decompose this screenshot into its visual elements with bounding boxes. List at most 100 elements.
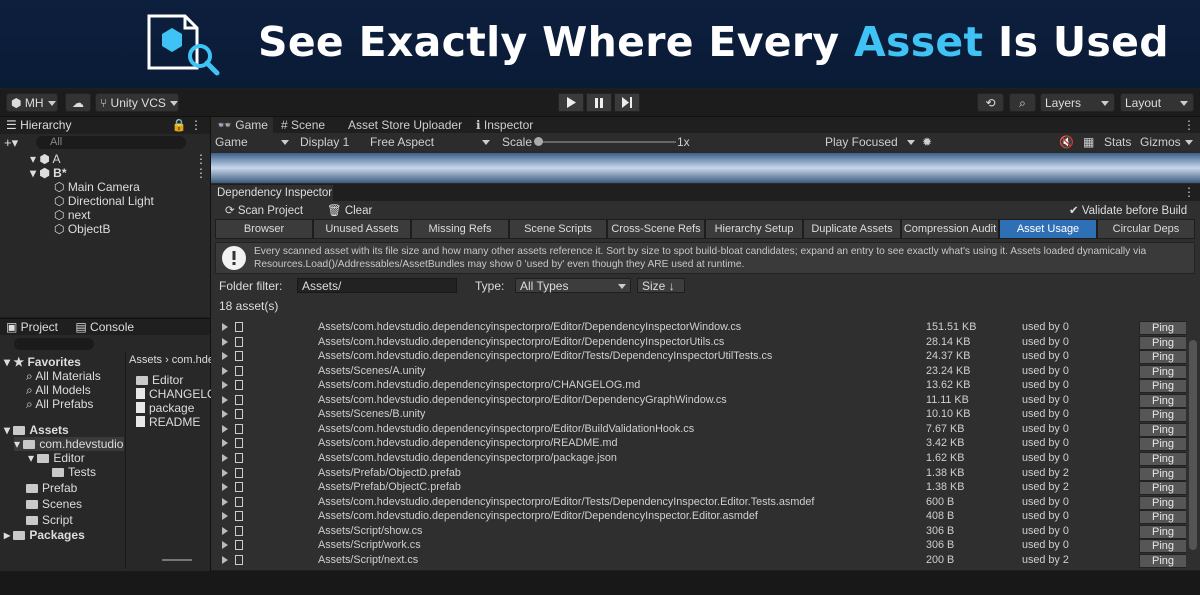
tree-item[interactable]: Script: [26, 513, 73, 527]
ping-button[interactable]: Ping: [1139, 364, 1186, 379]
asset-row[interactable]: Assets/com.hdevstudio.dependencyinspecto…: [211, 509, 1186, 525]
tree-item[interactable]: ▾ Editor: [28, 451, 85, 465]
ping-button[interactable]: Ping: [1139, 321, 1186, 335]
project-search-input[interactable]: [14, 338, 94, 350]
expand-icon[interactable]: [222, 337, 228, 346]
grid-icon[interactable]: ▦: [1083, 133, 1094, 151]
file-item[interactable]: CHANGELOG: [136, 387, 211, 401]
expand-icon[interactable]: [222, 381, 228, 390]
hierarchy-item[interactable]: ▾ ⬢ A: [30, 152, 61, 166]
expand-icon[interactable]: [222, 352, 228, 361]
favorite-item[interactable]: ⌕ All Models: [26, 383, 91, 398]
tab-console[interactable]: ▤ Console: [75, 320, 134, 334]
expand-icon[interactable]: [222, 323, 228, 331]
tab-missing-refs[interactable]: Missing Refs: [411, 219, 509, 239]
ping-button[interactable]: Ping: [1139, 481, 1186, 496]
tab-unused-assets[interactable]: Unused Assets: [313, 219, 411, 239]
ping-button[interactable]: Ping: [1139, 408, 1186, 423]
lock-icon[interactable]: 🔒 ⋮: [172, 117, 202, 134]
assets-header[interactable]: ▾ Assets: [4, 423, 69, 437]
asset-row[interactable]: Assets/Scenes/B.unity 10.10 KB used by 0 Pi…: [211, 407, 1186, 423]
more-icon[interactable]: ⋮: [1183, 185, 1195, 199]
validate-before-build-checkbox[interactable]: ✔ Validate before Build: [1069, 203, 1187, 217]
expand-icon[interactable]: [222, 468, 228, 477]
ping-button[interactable]: Ping: [1139, 510, 1186, 525]
tab-duplicate-assets[interactable]: Duplicate Assets: [803, 219, 901, 239]
game-viewport[interactable]: [211, 153, 1200, 183]
play-button[interactable]: [558, 93, 584, 112]
layout-dropdown[interactable]: Layout: [1120, 93, 1194, 112]
gizmos-dropdown[interactable]: Gizmos: [1140, 133, 1193, 151]
more-icon[interactable]: ⋮: [1183, 117, 1195, 133]
expand-icon[interactable]: [222, 497, 228, 506]
stats-button[interactable]: Stats: [1104, 133, 1131, 151]
step-button[interactable]: [614, 93, 640, 112]
asset-row[interactable]: Assets/Prefab/ObjectC.prefab 1.38 KB used …: [211, 480, 1186, 496]
ping-button[interactable]: Ping: [1139, 393, 1186, 408]
display-dropdown[interactable]: Display 1: [300, 133, 362, 151]
pause-button[interactable]: [586, 93, 612, 112]
tree-item[interactable]: ▾ com.hdevstudio...: [14, 437, 124, 451]
tab-browser[interactable]: Browser: [215, 219, 313, 239]
tab-cross-scene-refs[interactable]: Cross-Scene Refs: [607, 219, 705, 239]
expand-icon[interactable]: [222, 366, 228, 375]
expand-icon[interactable]: [222, 410, 228, 419]
asset-row[interactable]: Assets/com.hdevstudio.dependencyinspecto…: [211, 422, 1186, 437]
hierarchy-tab[interactable]: ☰ Hierarchy 🔒 ⋮: [0, 117, 210, 134]
file-item[interactable]: Editor: [136, 373, 183, 387]
tab-asset-usage[interactable]: Asset Usage: [999, 219, 1097, 239]
aspect-dropdown[interactable]: Free Aspect: [370, 133, 494, 151]
expand-icon[interactable]: [222, 439, 228, 448]
favorites-header[interactable]: ▾ ★ Favorites: [4, 355, 81, 369]
more-icon[interactable]: ⋮: [195, 152, 207, 166]
asset-row[interactable]: Assets/com.hdevstudio.dependencyinspecto…: [211, 436, 1186, 452]
expand-icon[interactable]: [222, 483, 228, 492]
asset-row[interactable]: Assets/Script/show.cs 306 B used by 0 Ping: [211, 524, 1186, 539]
breadcrumb[interactable]: Assets › com.hdev: [129, 354, 211, 366]
asset-row[interactable]: Assets/Prefab/ObjectD.prefab 1.38 KB used …: [211, 466, 1186, 481]
favorite-item[interactable]: ⌕ All Prefabs: [26, 397, 93, 412]
vcs-dropdown[interactable]: ⑂ Unity VCS: [95, 93, 179, 112]
asset-row[interactable]: Assets/com.hdevstudio.dependencyinspecto…: [211, 320, 1186, 335]
play-mode-dropdown[interactable]: Play Focused: [825, 133, 915, 151]
tab-hierarchy-setup[interactable]: Hierarchy Setup: [705, 219, 803, 239]
asset-row[interactable]: Assets/com.hdevstudio.dependencyinspecto…: [211, 495, 1186, 510]
expand-icon[interactable]: [222, 453, 228, 462]
hierarchy-item[interactable]: ⬡ Main Camera: [54, 180, 140, 194]
asset-row[interactable]: Assets/Script/next.cs 200 B used by 2 Ping: [211, 553, 1186, 568]
mute-audio-icon[interactable]: 🔇: [1059, 133, 1074, 151]
expand-icon[interactable]: [222, 395, 228, 404]
expand-icon[interactable]: [222, 555, 228, 564]
ping-button[interactable]: Ping: [1139, 553, 1186, 568]
tab-circular-deps[interactable]: Circular Deps: [1097, 219, 1195, 239]
ping-button[interactable]: Ping: [1139, 422, 1186, 437]
ping-button[interactable]: Ping: [1139, 451, 1186, 466]
folder-filter-input[interactable]: Assets/: [297, 278, 457, 293]
type-dropdown[interactable]: All Types: [515, 278, 631, 293]
ping-button[interactable]: Ping: [1139, 524, 1186, 539]
clear-button[interactable]: 🗑 Clear: [327, 203, 372, 217]
scale-slider[interactable]: [536, 141, 676, 143]
tab-compression-audit[interactable]: Compression Audit: [901, 219, 999, 239]
cloud-icon[interactable]: ☁: [65, 93, 91, 112]
ping-button[interactable]: Ping: [1139, 437, 1186, 452]
add-icon[interactable]: +▾: [4, 135, 18, 151]
asset-row[interactable]: Assets/com.hdevstudio.dependencyinspecto…: [211, 378, 1186, 394]
asset-row[interactable]: Assets/com.hdevstudio.dependencyinspecto…: [211, 335, 1186, 350]
settings-gear-icon[interactable]: ✹: [922, 133, 932, 151]
tab-inspector[interactable]: ℹ Inspector: [476, 117, 533, 133]
hierarchy-search-input[interactable]: All: [36, 136, 186, 149]
expand-icon[interactable]: [222, 512, 228, 521]
asset-row[interactable]: Assets/com.hdevstudio.dependencyinspecto…: [211, 349, 1186, 365]
hierarchy-item[interactable]: ▾ ⬢ B*: [30, 166, 67, 180]
asset-row[interactable]: Assets/com.hdevstudio.dependencyinspecto…: [211, 393, 1186, 408]
ping-button[interactable]: Ping: [1139, 539, 1186, 554]
scan-project-button[interactable]: ⟳ Scan Project: [225, 203, 303, 217]
tab-scene[interactable]: # Scene: [281, 117, 325, 133]
tab-project[interactable]: ▣ Project: [6, 320, 58, 334]
tab-asset-store-uploader[interactable]: Asset Store Uploader: [348, 117, 462, 133]
expand-icon[interactable]: [222, 541, 228, 550]
file-item[interactable]: package: [136, 401, 194, 415]
account-dropdown[interactable]: ⬢ MH: [6, 93, 58, 112]
expand-icon[interactable]: [222, 526, 228, 535]
